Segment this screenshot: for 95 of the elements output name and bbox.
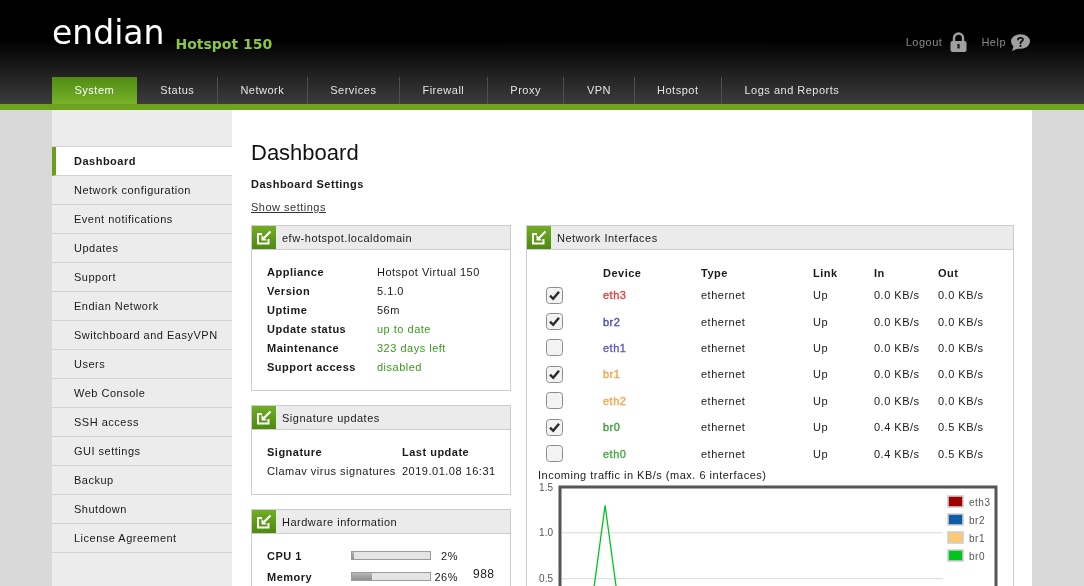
section-heading: Dashboard Settings [251,177,365,191]
help-icon [1010,33,1030,51]
column-header: Signature [267,445,324,460]
legend-label: br1 [969,532,985,544]
field-label: Maintenance [267,341,341,356]
arrow-in-box-icon[interactable] [527,226,551,249]
table-cell-text: 0.0 KB/s [938,367,985,383]
chart-title: Incoming traffic in KB/s (max. 6 interfaces) [538,467,768,482]
table-cell: 0.4 KB/s [874,413,938,441]
device-name: eth1 [603,341,627,354]
device-name: br0 [603,421,621,434]
y-tick-label: 1.0 [539,527,553,539]
field-label: Version [267,284,312,299]
checkbox[interactable] [546,392,563,410]
table-cell: Up [813,413,874,441]
arrow-in-box-icon[interactable] [252,406,276,429]
column-header: Last update [402,445,471,460]
device-name: br1 [603,368,621,381]
table-cell: ethernet [701,334,813,362]
nav-tab[interactable]: Status [136,77,217,104]
y-tick-label: 0.5 [539,573,553,584]
panel-title: Network Interfaces [557,231,658,244]
legend-label: br0 [969,550,985,562]
table-cell: ethernet [701,413,813,441]
column-header: Out [938,265,960,281]
legend-label: eth3 [969,496,991,508]
table-cell-text: 0.5 KB/s [938,446,985,462]
table-cell: Up [813,440,874,467]
device-name: eth2 [603,394,627,407]
y-tick-label: 1.5 [539,481,553,493]
logo-text: endian [52,15,165,51]
field-label: Support access [267,360,357,375]
table-cell: 0.0 KB/s [874,387,938,414]
checkbox[interactable] [546,445,563,463]
checkbox[interactable] [546,339,563,357]
page-title: Dashboard [251,140,360,166]
table-cell-text: 0.5 KB/s [938,420,985,436]
panel-title: Signature updates [282,411,380,424]
field-label: Update status [267,322,348,337]
table-cell: ethernet [701,440,813,467]
status-value: up to date [377,322,432,337]
field-label: Memory [267,570,314,583]
device-name: eth3 [603,289,627,302]
device-name: eth0 [603,447,627,460]
legend-label: br2 [969,514,985,526]
table-cell: Up [813,282,874,309]
lock-icon [950,32,968,52]
column-header: In [874,263,938,282]
arrow-in-box-icon[interactable] [252,510,276,533]
table-cell-text: 0.0 KB/s [938,393,985,409]
checkbox[interactable] [546,418,563,436]
table-cell: 0.0 KB/s [874,334,938,362]
table-cell: ethernet [701,282,813,309]
meter-detail: 988 [472,567,495,581]
checkbox[interactable] [546,313,563,331]
field-label: Appliance [267,265,326,280]
sidebar-item[interactable]: Dashboard [52,147,232,176]
table-cell: 0.0 KB/s [874,282,938,309]
column-header: Type [701,263,813,282]
meter-reading: 2% [440,549,458,562]
device-name: br2 [603,315,621,328]
status-value: disabled [377,360,423,375]
product-name: Hotspot 150 [175,36,273,52]
table-cell-text: 0.0 KB/s [938,340,985,356]
field-value: 56m [377,303,401,318]
table-cell: Up [813,334,874,362]
checkbox[interactable] [546,286,563,304]
arrow-in-box-icon[interactable] [252,226,276,249]
table-cell: ethernet [701,308,813,335]
table-cell: 0.0 KB/s [874,361,938,388]
field-label: Uptime [267,303,309,318]
meter-reading: 26% [433,570,458,583]
table-cell: ethernet [701,387,813,414]
table-cell-text: 2019.01.08 16:31 [402,464,496,479]
table-cell: 0.4 KB/s [874,440,938,467]
table-cell: Up [813,361,874,388]
column-header: Link [813,263,874,282]
logout-link[interactable]: Logout [905,32,968,52]
table-cell: Up [813,308,874,335]
table-cell: 0.0 KB/s [874,308,938,335]
table-cell-text: 0.0 KB/s [938,314,985,330]
status-value: 323 days left [377,341,447,356]
table-cell: Up [813,387,874,414]
show-settings-link[interactable]: Show settings [251,200,326,214]
field-label: CPU 1 [267,549,303,562]
field-value: Hotspot Virtual 150 [377,265,481,280]
panel-title: Hardware information [282,515,398,528]
table-cell-text: 0.0 KB/s [938,288,985,304]
field-value: 5.1.0 [377,284,405,299]
help-link[interactable]: Help [981,32,1030,52]
table-cell-text: Clamav virus signatures [267,464,397,479]
checkbox[interactable] [546,365,563,383]
table-cell: ethernet [701,361,813,388]
column-header: Device [603,263,701,282]
panel-title: efw-hotspot.localdomain [282,231,413,244]
